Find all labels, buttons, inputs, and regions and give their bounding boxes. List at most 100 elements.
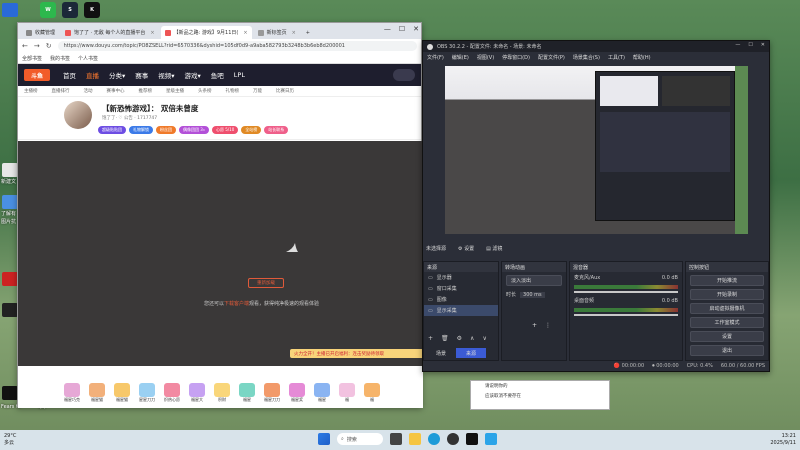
nav-item-active[interactable]: 直播 <box>86 70 99 80</box>
app-icon[interactable] <box>2 303 18 317</box>
reload-button[interactable]: 重新加载 <box>248 278 284 288</box>
subnav-item[interactable]: 赛事中心 <box>107 88 125 94</box>
subnav-item[interactable]: 万能 <box>253 88 262 94</box>
start-recording-button[interactable]: 开始录制 <box>690 289 764 300</box>
settings-button[interactable]: ⚙ 设置 <box>458 245 474 252</box>
start-streaming-button[interactable]: 开始推流 <box>690 275 764 286</box>
menu-item[interactable]: 视图(V) <box>477 54 494 61</box>
gift-item[interactable]: 福星猫 <box>87 383 107 403</box>
transition-type-select[interactable]: 淡入淡出 <box>506 275 562 286</box>
room-badge[interactable]: 偶像团团 3⭑ <box>179 126 209 134</box>
gift-item[interactable]: 炽热心愿 <box>162 383 182 403</box>
subnav-item[interactable]: 直播排行 <box>52 88 70 94</box>
bookmark-item[interactable]: 个人书签 <box>78 55 98 62</box>
edge-icon[interactable] <box>428 433 440 445</box>
tab-scenes[interactable]: 场景 <box>426 348 456 358</box>
url-input[interactable]: https://www.douyu.com/topic/PO8ZSELL?rid… <box>57 41 417 51</box>
close-icon[interactable]: × <box>292 30 296 36</box>
new-tab-button[interactable]: + <box>302 26 314 39</box>
taskbar-search[interactable]: ⌕ 搜索 <box>337 433 383 445</box>
search-input[interactable] <box>393 69 415 81</box>
avatar[interactable] <box>64 101 92 129</box>
close-icon[interactable]: × <box>150 30 154 36</box>
nav-item[interactable]: 分类▾ <box>109 70 125 80</box>
subnav-item[interactable]: 主播榜 <box>24 88 38 94</box>
kook-icon[interactable]: K <box>84 2 100 18</box>
nav-item[interactable]: 赛事 <box>135 70 148 80</box>
app-icon[interactable] <box>466 433 478 445</box>
source-item[interactable]: ▭ 图像 <box>424 294 498 305</box>
duration-input[interactable]: 300 ms <box>520 291 545 298</box>
reload-icon[interactable]: ↻ <box>46 42 52 50</box>
wechat-icon[interactable]: W <box>40 2 56 18</box>
up-icon[interactable]: ∧ <box>470 335 474 342</box>
source-item[interactable]: ▭ 窗口采集 <box>424 283 498 294</box>
gift-item[interactable]: 福 <box>362 383 382 403</box>
steam-icon[interactable]: S <box>62 2 78 18</box>
bookmark-item[interactable]: 我的书签 <box>50 55 70 62</box>
app-icon[interactable] <box>485 433 497 445</box>
gift-item[interactable]: 福星 <box>237 383 257 403</box>
browser-tab[interactable]: 收藏管理 <box>22 26 59 39</box>
gift-item[interactable]: 星星刀刀 <box>137 383 157 403</box>
obs-preview[interactable] <box>445 66 748 234</box>
menu-item[interactable]: 工具(T) <box>608 54 625 61</box>
source-item[interactable]: ▭ 显示器 <box>424 272 498 283</box>
bookmark-item[interactable]: 全部书签 <box>22 55 42 62</box>
nav-item[interactable]: 鱼吧 <box>211 70 224 80</box>
minimize-icon[interactable]: — <box>384 25 391 33</box>
weather-widget[interactable]: 29°C 多云 <box>4 433 16 447</box>
subnav-item[interactable]: 活动 <box>84 88 93 94</box>
taskview-icon[interactable] <box>390 433 402 445</box>
maximize-icon[interactable]: ☐ <box>399 25 405 33</box>
tab-sources[interactable]: 来源 <box>456 348 486 358</box>
nav-item[interactable]: 首页 <box>63 70 76 80</box>
filters-button[interactable]: ▤ 滤镜 <box>486 245 502 252</box>
menu-item[interactable]: 编辑(E) <box>452 54 469 61</box>
browser-tab-active[interactable]: 【新品之路: 游戏】9月11日(× <box>160 26 252 39</box>
room-badge[interactable]: 粉丝团 <box>156 126 176 134</box>
volume-slider[interactable] <box>574 314 678 316</box>
gift-item[interactable]: 积财 <box>212 383 232 403</box>
maximize-icon[interactable]: ☐ <box>748 42 752 48</box>
gear-icon[interactable]: ⚙ <box>457 335 462 342</box>
menu-item[interactable]: 帮助(H) <box>633 54 651 61</box>
folder-icon[interactable] <box>409 433 421 445</box>
obs-icon[interactable] <box>447 433 459 445</box>
subnav-item[interactable]: 星级主播 <box>166 88 184 94</box>
back-icon[interactable]: ← <box>22 42 28 50</box>
down-icon[interactable]: ∨ <box>482 335 486 342</box>
menu-item[interactable]: 场景集合(S) <box>573 54 600 61</box>
menu-item[interactable]: 停靠窗口(D) <box>502 54 530 61</box>
trash-icon[interactable]: 🗑 <box>441 335 449 342</box>
menu-item[interactable]: 配置文件(P) <box>538 54 565 61</box>
nav-item[interactable]: 游戏▾ <box>185 70 201 80</box>
subnav-item[interactable]: 头条榜 <box>198 88 212 94</box>
menu-item[interactable]: 文件(F) <box>427 54 444 61</box>
volume-slider[interactable] <box>574 291 678 293</box>
room-badge[interactable]: 礼物解锁 <box>129 126 153 134</box>
start-icon[interactable] <box>318 433 330 445</box>
gift-item[interactable]: 福星大 <box>187 383 207 403</box>
forward-icon[interactable]: → <box>34 42 40 50</box>
gift-item[interactable]: 福星猫 <box>112 383 132 403</box>
room-badge[interactable]: 超级贴贴团 <box>98 126 126 134</box>
nav-item[interactable]: 视频▾ <box>158 70 174 80</box>
source-item-selected[interactable]: ▭ 显示采集 <box>424 305 498 316</box>
close-icon[interactable]: ✕ <box>761 42 765 48</box>
subnav-item[interactable]: 推荐榜 <box>139 88 153 94</box>
video-player[interactable] <box>18 141 423 366</box>
studio-mode-button[interactable]: 工作室模式 <box>690 317 764 328</box>
add-icon[interactable]: + <box>428 335 433 342</box>
room-badge[interactable]: 全站榜 <box>241 126 262 134</box>
close-icon[interactable]: × <box>243 30 247 36</box>
app-icon[interactable] <box>2 272 18 286</box>
room-badge[interactable]: 心愿 5/10 <box>211 126 239 134</box>
file-icon[interactable] <box>2 163 18 177</box>
room-badge[interactable]: 站长联系 <box>264 126 289 134</box>
download-client-link[interactable]: 下载客户端 <box>224 301 249 307</box>
minimize-icon[interactable]: — <box>735 42 740 48</box>
gift-item[interactable]: 福星巧克 <box>62 383 82 403</box>
game-icon[interactable] <box>2 386 18 400</box>
browser-tab[interactable]: 饱了了 · 无敌 每个人的直播平台 × <box>61 26 159 39</box>
